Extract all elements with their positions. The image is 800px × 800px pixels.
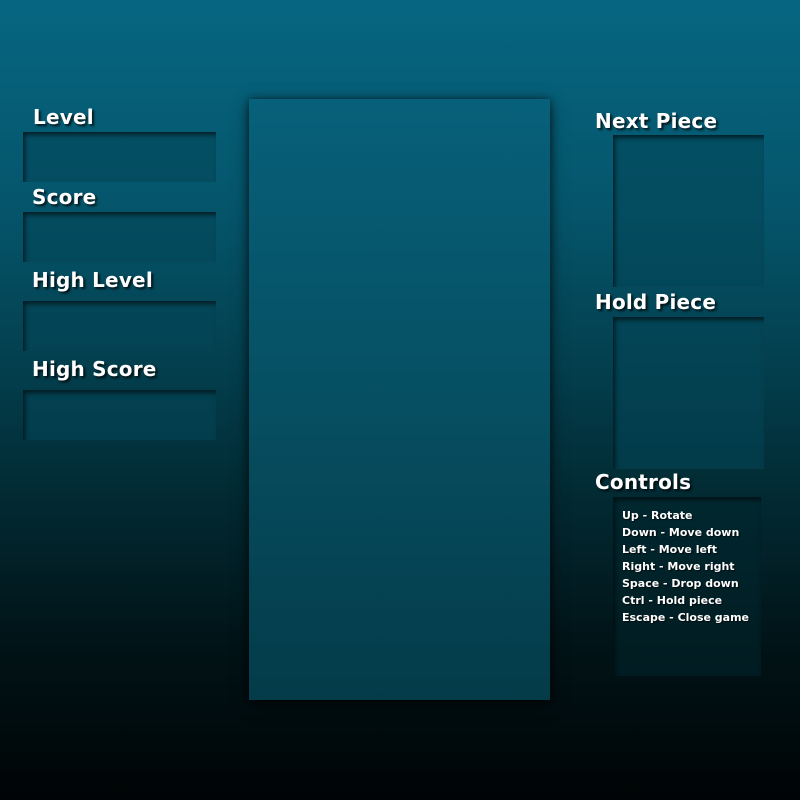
- control-move-right: Right - Move right: [622, 560, 735, 573]
- controls-label: Controls: [595, 470, 692, 494]
- level-display: [23, 132, 216, 182]
- score-label: Score: [32, 185, 97, 209]
- high-level-display: [23, 301, 216, 351]
- controls-list: Up - Rotate Down - Move down Left - Move…: [622, 507, 749, 626]
- level-label: Level: [33, 105, 94, 129]
- next-piece-display: [613, 135, 764, 287]
- game-board: [249, 99, 550, 700]
- control-rotate: Up - Rotate: [622, 509, 693, 522]
- hold-piece-display: [613, 317, 764, 469]
- hold-piece-label: Hold Piece: [595, 290, 717, 314]
- control-hold-piece: Ctrl - Hold piece: [622, 594, 723, 607]
- high-score-display: [23, 390, 216, 440]
- score-display: [23, 212, 216, 262]
- next-piece-label: Next Piece: [595, 109, 718, 133]
- control-move-down: Down - Move down: [622, 526, 740, 539]
- high-level-label: High Level: [32, 268, 153, 292]
- control-drop-down: Space - Drop down: [622, 577, 739, 590]
- high-score-label: High Score: [32, 357, 157, 381]
- control-move-left: Left - Move left: [622, 543, 717, 556]
- control-close-game: Escape - Close game: [622, 611, 750, 624]
